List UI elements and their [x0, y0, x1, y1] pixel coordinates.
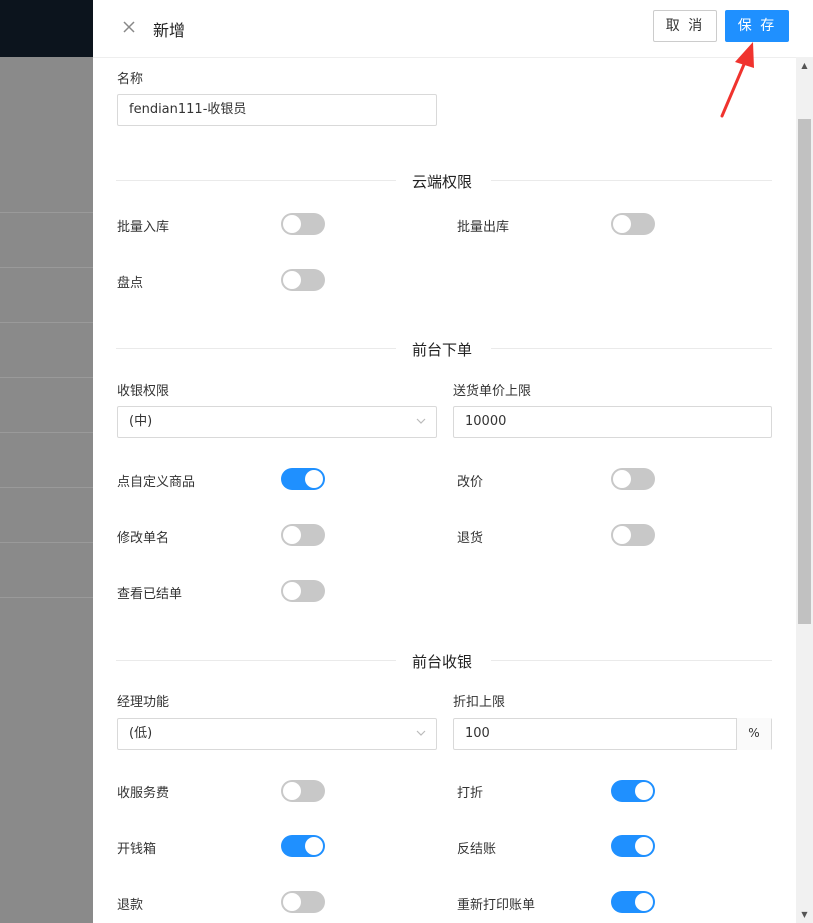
- change-price-switch[interactable]: [611, 468, 655, 490]
- open-drawer-switch[interactable]: [281, 835, 325, 857]
- discount-limit-value: 100: [465, 726, 490, 741]
- section-divider-front-cashier: 前台收银: [116, 653, 772, 671]
- refund-switch[interactable]: [281, 891, 325, 913]
- inventory-switch[interactable]: [281, 269, 325, 291]
- section-title-cloud: 云端权限: [412, 173, 473, 191]
- add-drawer: 新增 取 消 保 存 ▲ ▼ 名称 fendian111-收银员 云端权限 批量…: [93, 0, 813, 923]
- cashier-permission-label: 收银权限: [117, 384, 170, 399]
- scroll-up-icon[interactable]: ▲: [796, 57, 813, 74]
- cashier-permission-select[interactable]: (中): [117, 406, 437, 438]
- background-row-divider: [0, 542, 93, 543]
- reverse-settle-label: 反结账: [457, 842, 497, 857]
- discount-label: 打折: [457, 786, 484, 801]
- custom-goods-switch[interactable]: [281, 468, 325, 490]
- scrollbar[interactable]: ▲ ▼: [796, 57, 813, 923]
- chevron-down-icon: [416, 418, 426, 424]
- batch-out-label: 批量出库: [457, 220, 510, 235]
- annotation-arrow-icon: [720, 42, 754, 118]
- manager-function-value: (低): [129, 726, 153, 741]
- service-fee-label: 收服务费: [117, 786, 170, 801]
- background-app: [0, 0, 93, 923]
- close-icon[interactable]: [117, 15, 141, 39]
- delivery-limit-input[interactable]: 10000: [453, 406, 772, 438]
- section-divider-cloud: 云端权限: [116, 173, 772, 191]
- manager-function-label: 经理功能: [117, 695, 170, 710]
- drawer-title: 新增: [153, 21, 186, 40]
- discount-limit-label: 折扣上限: [453, 695, 506, 710]
- reprint-bill-label: 重新打印账单: [457, 898, 536, 913]
- delivery-limit-label: 送货单价上限: [453, 384, 532, 399]
- discount-switch[interactable]: [611, 780, 655, 802]
- service-fee-switch[interactable]: [281, 780, 325, 802]
- manager-function-select[interactable]: (低): [117, 718, 437, 750]
- return-goods-label: 退货: [457, 531, 484, 546]
- rename-order-label: 修改单名: [117, 531, 170, 546]
- batch-in-label: 批量入库: [117, 220, 170, 235]
- reprint-bill-switch[interactable]: [611, 891, 655, 913]
- background-row-divider: [0, 597, 93, 598]
- background-row-divider: [0, 487, 93, 488]
- open-drawer-label: 开钱箱: [117, 842, 157, 857]
- background-row-divider: [0, 432, 93, 433]
- name-label: 名称: [117, 72, 144, 87]
- scrollbar-thumb[interactable]: [798, 119, 811, 624]
- background-topbar: [0, 0, 93, 57]
- view-settled-label: 查看已结单: [117, 587, 183, 602]
- background-row-divider: [0, 377, 93, 378]
- refund-label: 退款: [117, 898, 144, 913]
- reverse-settle-switch[interactable]: [611, 835, 655, 857]
- batch-out-switch[interactable]: [611, 213, 655, 235]
- batch-in-switch[interactable]: [281, 213, 325, 235]
- cashier-permission-value: (中): [129, 414, 153, 429]
- change-price-label: 改价: [457, 475, 484, 490]
- chevron-down-icon: [416, 730, 426, 736]
- return-goods-switch[interactable]: [611, 524, 655, 546]
- rename-order-switch[interactable]: [281, 524, 325, 546]
- section-title-front-order: 前台下单: [412, 341, 473, 359]
- section-title-front-cashier: 前台收银: [412, 653, 473, 671]
- background-row-divider: [0, 212, 93, 213]
- percent-addon: %: [736, 718, 771, 750]
- name-input[interactable]: fendian111-收银员: [117, 94, 437, 126]
- inventory-label: 盘点: [117, 276, 144, 291]
- background-row-divider: [0, 267, 93, 268]
- background-row-divider: [0, 322, 93, 323]
- discount-limit-input[interactable]: 100 %: [453, 718, 772, 750]
- view-settled-switch[interactable]: [281, 580, 325, 602]
- section-divider-front-order: 前台下单: [116, 341, 772, 359]
- scroll-down-icon[interactable]: ▼: [796, 906, 813, 923]
- custom-goods-label: 点自定义商品: [117, 475, 196, 490]
